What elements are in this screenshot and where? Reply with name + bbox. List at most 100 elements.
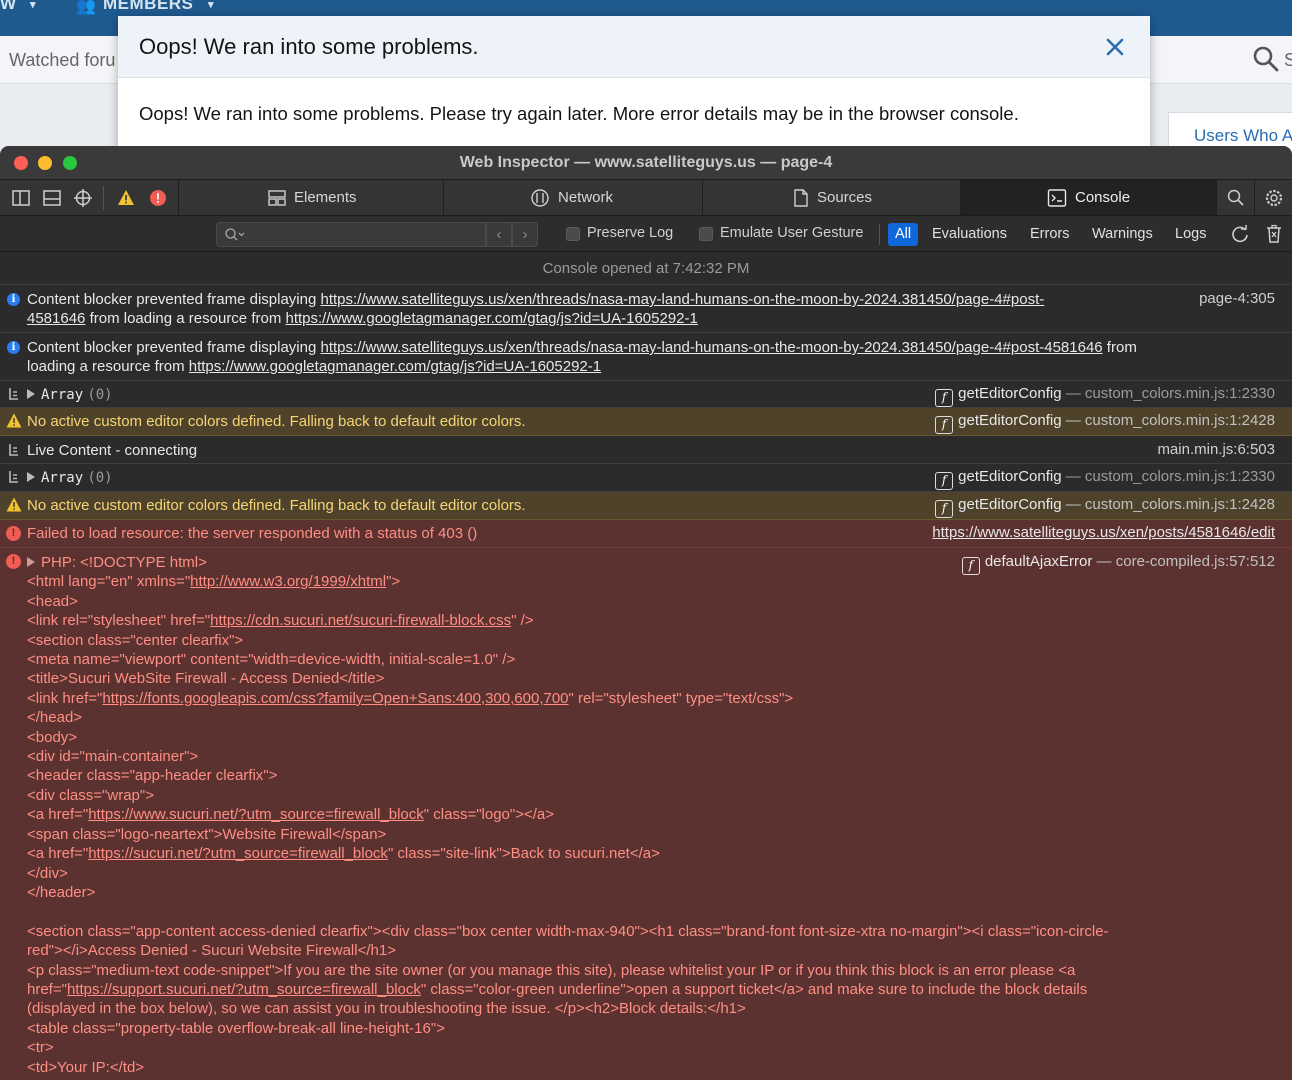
tab-label: Console	[1075, 189, 1131, 206]
preserve-log-checkbox[interactable]	[566, 227, 580, 241]
search-icon[interactable]	[1252, 45, 1280, 73]
frame-url-link[interactable]: https://www.satelliteguys.us/xen/threads…	[321, 339, 1103, 356]
level-evaluations-button[interactable]: Evaluations	[925, 223, 1014, 246]
tab-sources[interactable]: Sources	[702, 180, 960, 215]
nav-item-partial[interactable]: W	[0, 0, 17, 14]
console-message-log[interactable]: Array (0) f getEditorConfig — custom_colo…	[0, 381, 1292, 408]
source-location-link[interactable]: custom_colors.min.js:1:2428	[1085, 412, 1275, 429]
find-previous-button[interactable]: ‹	[486, 222, 512, 247]
dock-side-icon[interactable]	[12, 189, 30, 207]
frame-url-link-continued[interactable]: 4581646	[27, 310, 85, 327]
console-message-warning[interactable]: No active custom editor colors defined. …	[0, 408, 1292, 436]
console-message-warning[interactable]: No active custom editor colors defined. …	[0, 492, 1292, 520]
nav-item-members[interactable]: MEMBERS	[103, 0, 193, 14]
error-icon: !	[6, 526, 21, 541]
html-link[interactable]: https://cdn.sucuri.net/sucuri-firewall-b…	[210, 612, 511, 629]
html-line: <td>Your IP:</td>	[27, 1058, 145, 1076]
search-filter-icon	[225, 228, 245, 241]
console-message-log[interactable]: Array (0) f getEditorConfig — custom_colo…	[0, 464, 1292, 492]
emulate-gesture-checkbox[interactable]	[699, 227, 713, 241]
message-body: from loading a resource from	[85, 310, 286, 328]
html-link[interactable]: https://www.sucuri.net/?utm_source=firew…	[88, 806, 424, 823]
html-line: href="https://support.sucuri.net/?utm_so…	[27, 980, 1088, 998]
reload-icon[interactable]	[1230, 224, 1250, 244]
inspect-element-icon[interactable]	[74, 189, 92, 207]
dock-bottom-icon[interactable]	[43, 189, 61, 207]
toolbar-divider	[103, 186, 104, 210]
source-location-link[interactable]: page-4:305	[1199, 290, 1275, 307]
source-location-link[interactable]: custom_colors.min.js:1:2428	[1085, 496, 1275, 513]
html-link[interactable]: https://support.sucuri.net/?utm_source=f…	[67, 981, 421, 998]
html-link[interactable]: http://www.w3.org/1999/xhtml	[190, 573, 386, 590]
resource-url-link[interactable]: https://www.satelliteguys.us/xen/posts/4…	[932, 524, 1275, 541]
console-message-log[interactable]: Live Content - connecting main.min.js:6:…	[0, 436, 1292, 464]
source-location-link[interactable]: custom_colors.min.js:1:2330	[1085, 468, 1275, 485]
warning-count-icon[interactable]	[117, 189, 135, 207]
sources-icon	[794, 189, 808, 207]
error-count-icon[interactable]	[149, 189, 167, 207]
html-line: <div id="main-container">	[27, 748, 199, 766]
tab-console[interactable]: Console	[960, 180, 1216, 215]
network-icon	[531, 189, 549, 207]
php-error-heading: PHP: <!DOCTYPE html>	[41, 554, 207, 571]
html-line: <section class="center clearfix">	[27, 631, 244, 649]
preserve-log-label[interactable]: Preserve Log	[587, 225, 673, 241]
tab-elements[interactable]: Elements	[178, 180, 443, 215]
search-tab[interactable]	[1216, 180, 1254, 215]
html-line: <link href="https://fonts.googleapis.com…	[27, 689, 794, 707]
html-line: <meta name="viewport" content="width=dev…	[27, 651, 516, 669]
emulate-gesture-label[interactable]: Emulate User Gesture	[720, 225, 863, 241]
message-body: Content blocker prevented frame displayi…	[27, 291, 321, 308]
html-link[interactable]: https://fonts.googleapis.com/css?family=…	[102, 690, 568, 707]
window-titlebar[interactable]: Web Inspector — www.satelliteguys.us — p…	[0, 146, 1292, 180]
html-line: red"></i>Access Denied - Sucuri Website …	[27, 942, 396, 960]
html-line: <p class="medium-text code-snippet">If y…	[27, 961, 1076, 979]
call-location[interactable]: f getEditorConfig — custom_colors.min.js:…	[935, 385, 1275, 407]
call-location[interactable]: f getEditorConfig — custom_colors.min.js:…	[935, 496, 1275, 518]
level-all-button[interactable]: All	[888, 223, 919, 246]
search-icon	[1227, 189, 1244, 206]
html-line: (displayed in the box below), so we can …	[27, 1000, 746, 1018]
tab-network[interactable]: Network	[443, 180, 702, 215]
console-message-error[interactable]: ! f defaultAjaxError — core-compiled.js:5…	[0, 548, 1292, 1080]
console-message-info[interactable]: i Content blocker prevented frame displa…	[0, 333, 1292, 381]
call-location[interactable]: f getEditorConfig — custom_colors.min.js:…	[935, 468, 1275, 490]
disclosure-triangle-icon[interactable]	[27, 557, 35, 567]
log-icon	[9, 388, 18, 400]
html-line: </header>	[27, 883, 96, 901]
resource-url-link[interactable]: https://www.googletagmanager.com/gtag/js…	[286, 310, 698, 327]
members-icon: 👥	[76, 0, 97, 15]
find-next-button[interactable]: ›	[512, 222, 538, 247]
html-line: <a href="https://sucuri.net/?utm_source=…	[27, 845, 660, 863]
html-line: <div class="wrap">	[27, 786, 154, 804]
modal-title: Oops! We ran into some problems.	[139, 34, 479, 59]
error-icon: !	[6, 554, 21, 569]
settings-tab[interactable]	[1254, 180, 1292, 215]
separator: —	[1061, 412, 1085, 429]
call-location[interactable]: https://www.satelliteguys.us/xen/posts/4…	[932, 524, 1275, 541]
source-location-link[interactable]: custom_colors.min.js:1:2330	[1085, 385, 1275, 402]
level-warnings-button[interactable]: Warnings	[1085, 223, 1160, 246]
frame-url-link[interactable]: https://www.satelliteguys.us/xen/threads…	[321, 291, 1045, 308]
call-location[interactable]: f getEditorConfig — custom_colors.min.js:…	[935, 412, 1275, 434]
disclosure-triangle-icon[interactable]	[27, 472, 35, 482]
message-text: Content blocker prevented frame displayi…	[27, 338, 1287, 377]
console-filter-input[interactable]	[216, 222, 486, 247]
function-name: getEditorConfig	[958, 385, 1062, 402]
disclosure-triangle-icon[interactable]	[27, 389, 35, 399]
resource-url-link[interactable]: https://www.googletagmanager.com/gtag/js…	[189, 358, 601, 375]
source-location-link[interactable]: main.min.js:6:503	[1157, 441, 1275, 458]
html-line: <html lang="en" xmlns="http://www.w3.org…	[27, 573, 401, 591]
clear-console-icon[interactable]	[1264, 224, 1284, 244]
level-logs-button[interactable]: Logs	[1168, 223, 1213, 246]
level-errors-button[interactable]: Errors	[1023, 223, 1076, 246]
html-line: <span class="logo-neartext">Website Fire…	[27, 825, 387, 843]
watched-forums-link[interactable]: Watched foru	[9, 50, 115, 71]
html-line: <head>	[27, 592, 78, 610]
search-label[interactable]: S	[1284, 50, 1292, 71]
html-line: <link rel="stylesheet" href="https://cdn…	[27, 612, 534, 630]
html-link[interactable]: https://sucuri.net/?utm_source=firewall_…	[88, 845, 388, 862]
console-message-error[interactable]: ! Failed to load resource: the server re…	[0, 520, 1292, 548]
console-message-info[interactable]: i Content blocker prevented frame displa…	[0, 285, 1292, 333]
close-icon[interactable]	[1104, 36, 1126, 58]
